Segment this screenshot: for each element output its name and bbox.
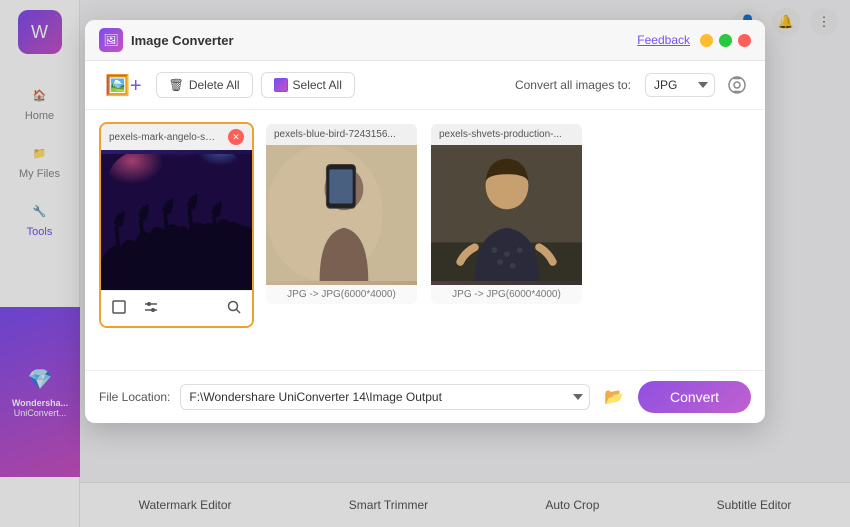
camera-settings-icon — [727, 75, 747, 95]
image-header-2: pexels-shvets-production-... — [431, 124, 582, 145]
image-header-1: pexels-blue-bird-7243156... — [266, 124, 417, 145]
concert-svg — [101, 154, 252, 290]
woman-svg — [431, 145, 582, 281]
image-zoom-button[interactable] — [224, 297, 244, 320]
convert-button[interactable]: Convert — [638, 381, 751, 413]
image-item-0[interactable]: pexels-mark-angelo-sam... ✕ — [99, 122, 254, 328]
convert-all-label: Convert all images to: — [515, 78, 631, 92]
modal-footer: File Location: F:\Wondershare UniConvert… — [85, 370, 765, 423]
feedback-link[interactable]: Feedback — [637, 33, 690, 47]
add-image-button[interactable]: 🖼️+ — [99, 73, 148, 98]
modal-titlebar: 🖼 Image Converter Feedback — [85, 20, 765, 61]
modal-toolbar: 🖼️+ 🗑 Delete All Select All Convert all … — [85, 61, 765, 110]
format-select[interactable]: JPG PNG WEBP BMP TIFF GIF — [645, 73, 715, 97]
image-item-1[interactable]: pexels-blue-bird-7243156... — [264, 122, 419, 306]
image-settings-button[interactable] — [723, 71, 751, 99]
select-icon — [274, 78, 288, 92]
open-folder-button[interactable]: 📂 — [600, 383, 628, 411]
file-location-label: File Location: — [99, 390, 170, 404]
delete-all-button[interactable]: 🗑 Delete All — [156, 72, 253, 98]
woman-thumbnail — [431, 145, 582, 285]
phone-thumbnail — [266, 145, 417, 285]
window-controls — [700, 34, 751, 47]
adjust-icon — [143, 299, 159, 315]
image-footer-1: JPG -> JPG(6000*4000) — [266, 285, 417, 304]
crop-icon — [111, 299, 127, 315]
image-footer-2: JPG -> JPG(6000*4000) — [431, 285, 582, 304]
select-all-button[interactable]: Select All — [261, 72, 355, 98]
image-grid: pexels-mark-angelo-sam... ✕ — [85, 110, 765, 370]
adjust-button[interactable] — [141, 297, 161, 320]
image-actions-0 — [101, 290, 252, 326]
delete-icon: 🗑 — [169, 78, 184, 92]
modal-overlay: 🖼 Image Converter Feedback 🖼️+ — [0, 0, 850, 527]
image-remove-0[interactable]: ✕ — [228, 129, 244, 145]
crop-button[interactable] — [109, 297, 129, 320]
close-button[interactable] — [738, 34, 751, 47]
concert-thumbnail — [101, 150, 252, 290]
file-path-select[interactable]: F:\Wondershare UniConverter 14\Image Out… — [180, 384, 590, 410]
phone-svg — [266, 145, 417, 281]
search-icon — [226, 299, 242, 315]
minimize-button[interactable] — [700, 34, 713, 47]
add-icon: 🖼️+ — [105, 73, 142, 98]
maximize-button[interactable] — [719, 34, 732, 47]
image-item-2[interactable]: pexels-shvets-production-... — [429, 122, 584, 306]
image-converter-modal: 🖼 Image Converter Feedback 🖼️+ — [85, 20, 765, 423]
modal-title: Image Converter — [131, 33, 234, 48]
modal-logo-icon: 🖼 — [99, 28, 123, 52]
image-action-group — [109, 297, 161, 320]
image-header-0: pexels-mark-angelo-sam... ✕ — [101, 124, 252, 150]
